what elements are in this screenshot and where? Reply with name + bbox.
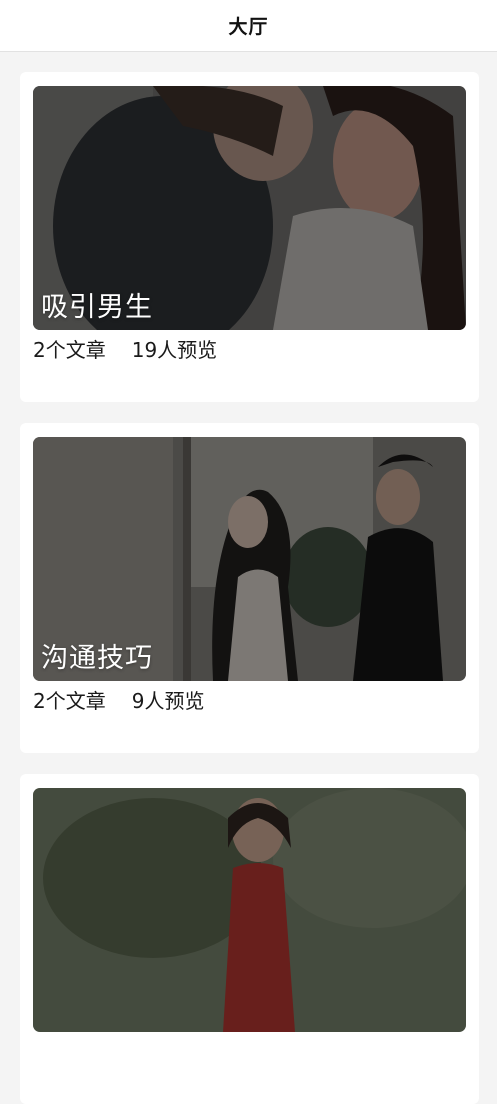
- card-title: 沟通技巧: [41, 643, 153, 674]
- category-card[interactable]: 沟通技巧 2个文章 9人预览: [20, 423, 479, 753]
- top-navigation-bar: 大厅: [0, 0, 497, 52]
- card-cover-image[interactable]: 沟通技巧: [33, 437, 466, 681]
- article-count: 2个文章: [33, 688, 106, 713]
- woman-outdoors-photo-illustration: [33, 788, 466, 1032]
- article-count: 2个文章: [33, 337, 106, 362]
- card-title: 吸引男生: [41, 292, 153, 323]
- view-count: 9人预览: [131, 688, 205, 713]
- card-stats: [33, 1038, 59, 1062]
- card-cover-image[interactable]: 吸引男生: [33, 86, 466, 330]
- page-title: 大厅: [228, 16, 269, 38]
- card-cover-image[interactable]: [33, 788, 466, 1032]
- category-card[interactable]: 吸引男生 2个文章 19人预览: [20, 72, 479, 402]
- category-card[interactable]: [20, 774, 479, 1104]
- view-count: 19人预览: [131, 337, 218, 362]
- card-stats: 2个文章 19人预览: [33, 336, 218, 362]
- card-stats: 2个文章 9人预览: [33, 687, 205, 713]
